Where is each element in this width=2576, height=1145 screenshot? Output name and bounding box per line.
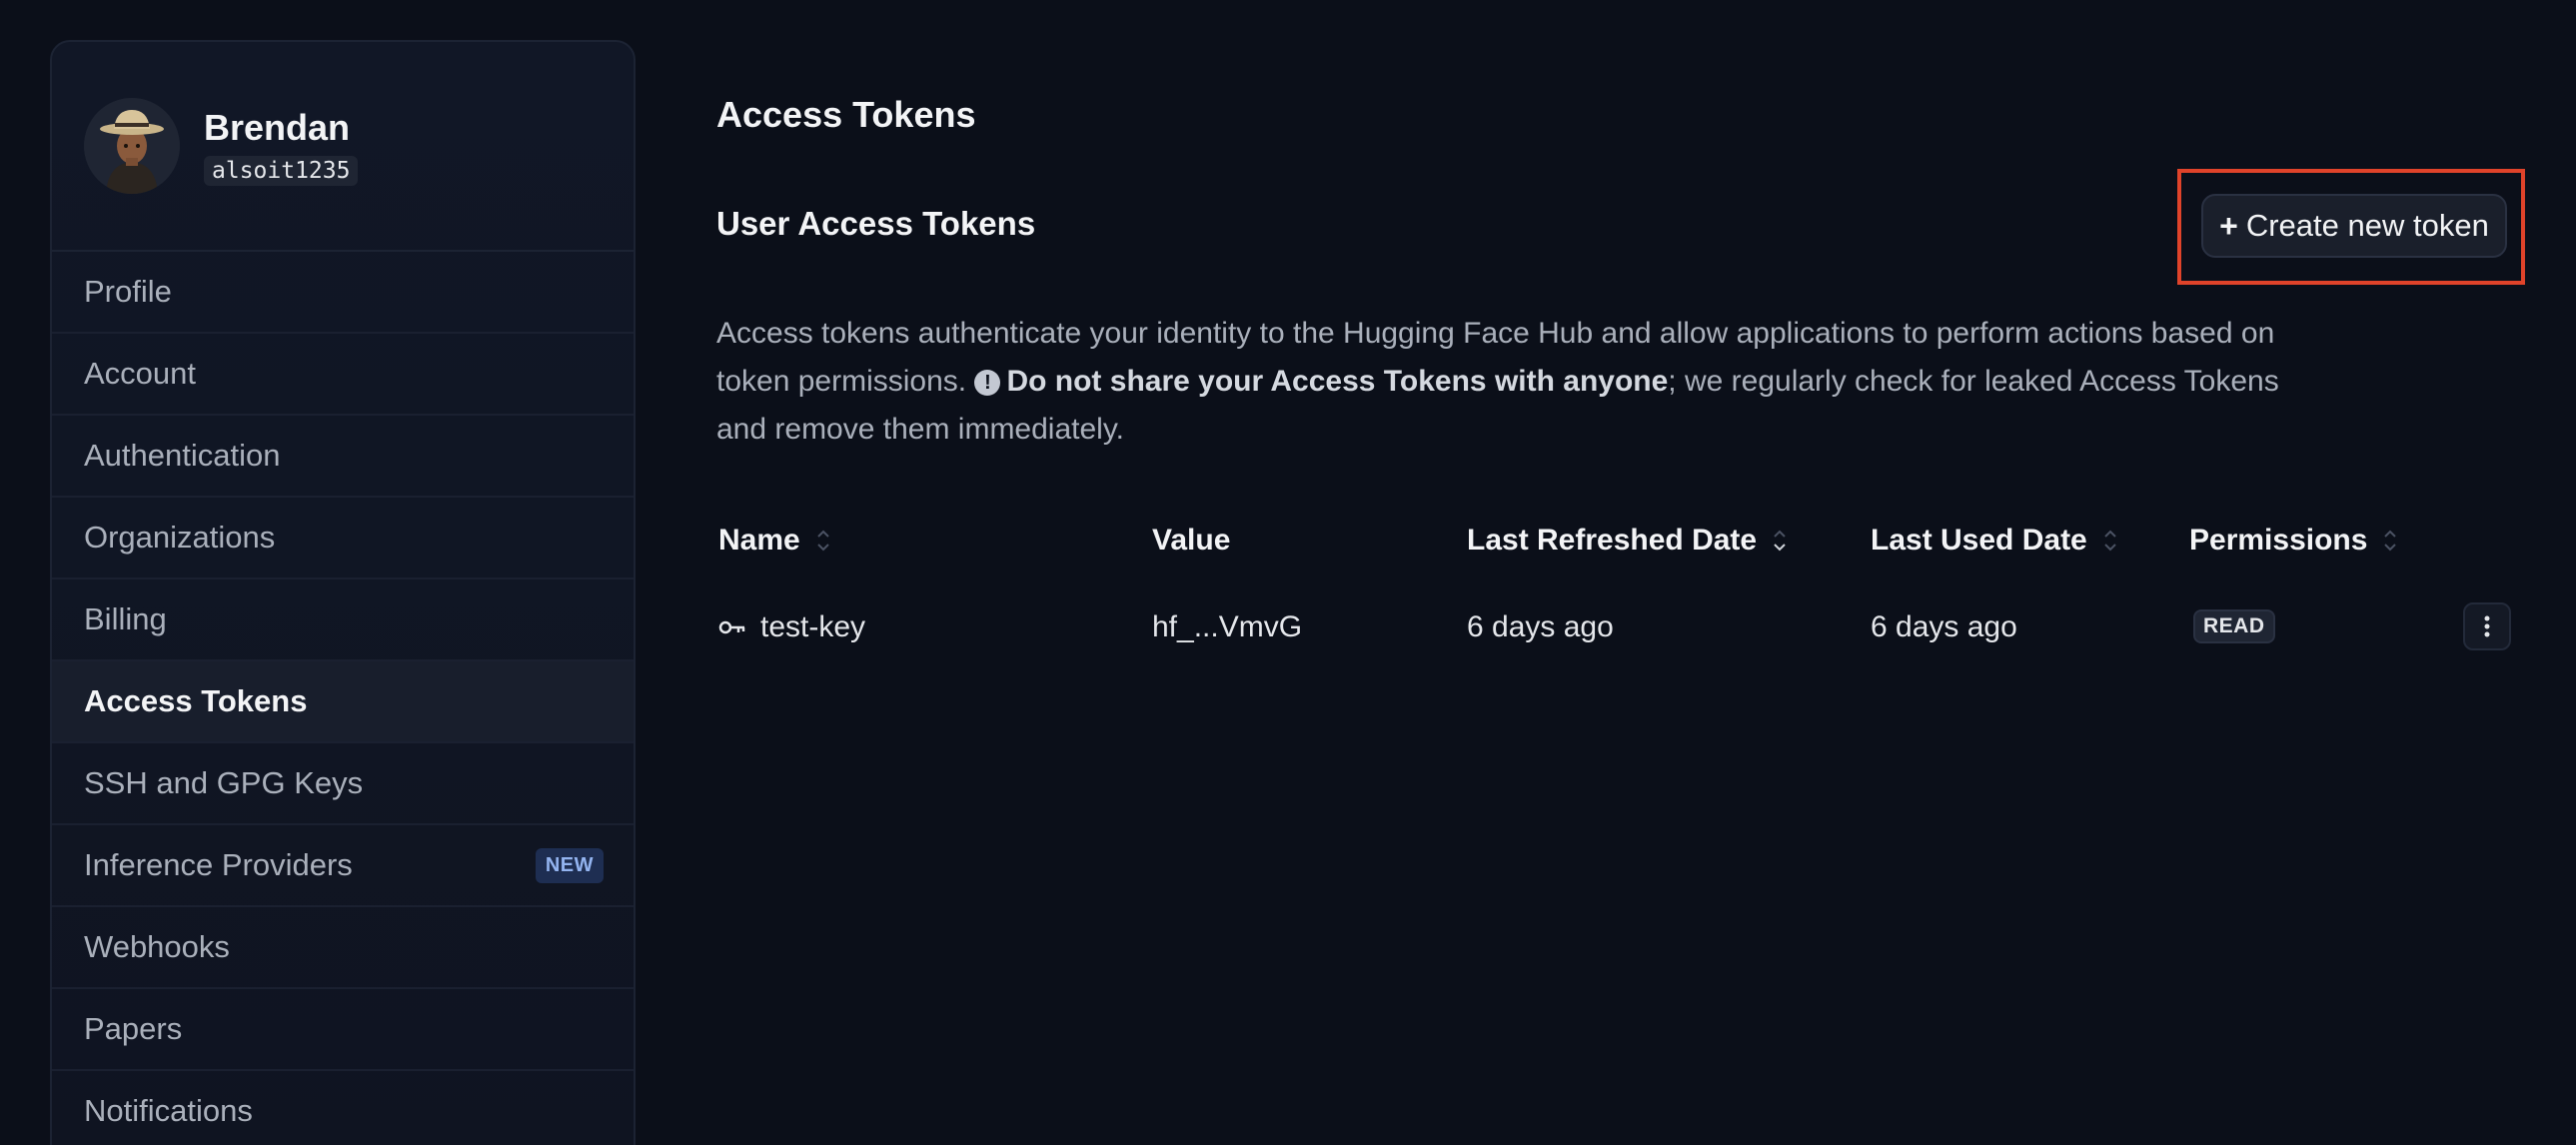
column-header-label: Value <box>1152 524 1231 557</box>
sidebar-item-label: Access Tokens <box>84 683 308 718</box>
sort-icon <box>2384 530 2397 552</box>
sidebar-item-inference-providers[interactable]: Inference Providers NEW <box>52 825 634 907</box>
column-header-name[interactable]: Name <box>718 524 830 558</box>
token-name: test-key <box>760 610 866 643</box>
sidebar-item-ssh-gpg-keys[interactable]: SSH and GPG Keys <box>52 743 634 825</box>
sidebar-item-label: Billing <box>84 601 167 636</box>
column-header-label: Last Refreshed Date <box>1467 524 1758 557</box>
plus-icon: + <box>2219 207 2238 244</box>
sidebar-item-billing[interactable]: Billing <box>52 579 634 661</box>
column-header-permissions[interactable]: Permissions <box>2189 524 2397 558</box>
permission-badge: READ <box>2193 609 2275 643</box>
sidebar-item-label: Authentication <box>84 438 281 473</box>
column-header-label: Last Used Date <box>1871 524 2087 557</box>
page-title: Access Tokens <box>716 94 976 135</box>
more-vertical-icon <box>2484 615 2490 637</box>
sidebar-item-label: Webhooks <box>84 929 230 964</box>
warning-bold-prefix: Do not share your <box>1006 365 1271 398</box>
column-header-value: Value <box>1152 524 1230 558</box>
avatar-cowboy-hat-icon <box>84 98 180 194</box>
access-tokens-description: Access tokens authenticate your identity… <box>716 310 2305 454</box>
sidebar-item-webhooks[interactable]: Webhooks <box>52 907 634 989</box>
token-last-used: 6 days ago <box>1871 610 2017 643</box>
token-name-cell: test-key <box>718 610 865 644</box>
sidebar-item-account[interactable]: Account <box>52 334 634 416</box>
column-header-last-used[interactable]: Last Used Date <box>1871 524 2117 558</box>
sort-icon <box>817 530 829 552</box>
new-badge: NEW <box>535 847 604 883</box>
sidebar-item-label: Notifications <box>84 1093 253 1128</box>
create-new-token-label: Create new token <box>2245 208 2489 243</box>
settings-sidebar: Brendan alsoit1235 Profile Account Authe… <box>50 40 636 1145</box>
warning-bold-suffix: with anyone <box>1486 365 1669 398</box>
column-header-label: Name <box>718 524 800 557</box>
warning-bold-access-tokens: Access Tokens <box>1270 365 1487 398</box>
token-value-cell: hf_...VmvG <box>1152 610 1302 644</box>
sort-icon <box>2104 530 2116 552</box>
sidebar-item-label: Organizations <box>84 520 276 555</box>
app-root: Brendan alsoit1235 Profile Account Authe… <box>0 0 2576 1145</box>
sidebar-item-authentication[interactable]: Authentication <box>52 416 634 498</box>
sidebar-item-label: SSH and GPG Keys <box>84 765 364 800</box>
sort-icon <box>1774 530 1786 552</box>
sidebar-item-organizations[interactable]: Organizations <box>52 498 634 579</box>
token-last-used-cell: 6 days ago <box>1871 610 2017 644</box>
create-new-token-button[interactable]: + Create new token <box>2201 194 2507 258</box>
user-profile-header: Brendan alsoit1235 <box>52 42 634 252</box>
sidebar-item-label: Papers <box>84 1011 183 1046</box>
sidebar-item-label: Inference Providers <box>84 847 353 882</box>
sidebar-item-notifications[interactable]: Notifications <box>52 1071 634 1145</box>
key-icon <box>718 620 745 634</box>
column-header-label: Permissions <box>2189 524 2368 557</box>
token-last-refreshed-cell: 6 days ago <box>1467 610 1614 644</box>
sidebar-item-label: Account <box>84 356 197 391</box>
exclamation-circle-icon: ! <box>974 370 1001 396</box>
sidebar-item-profile[interactable]: Profile <box>52 252 634 334</box>
user-avatar[interactable] <box>84 98 180 194</box>
sidebar-item-papers[interactable]: Papers <box>52 989 634 1071</box>
sidebar-item-label: Profile <box>84 274 172 309</box>
user-display-name: Brendan <box>204 107 351 148</box>
column-header-last-refreshed[interactable]: Last Refreshed Date <box>1467 524 1787 558</box>
sidebar-item-access-tokens[interactable]: Access Tokens <box>52 661 634 743</box>
token-last-refreshed: 6 days ago <box>1467 610 1614 643</box>
row-actions-button[interactable] <box>2463 602 2511 650</box>
token-value: hf_...VmvG <box>1152 610 1303 643</box>
section-title: User Access Tokens <box>716 205 1036 242</box>
user-handle: alsoit1235 <box>204 156 359 186</box>
